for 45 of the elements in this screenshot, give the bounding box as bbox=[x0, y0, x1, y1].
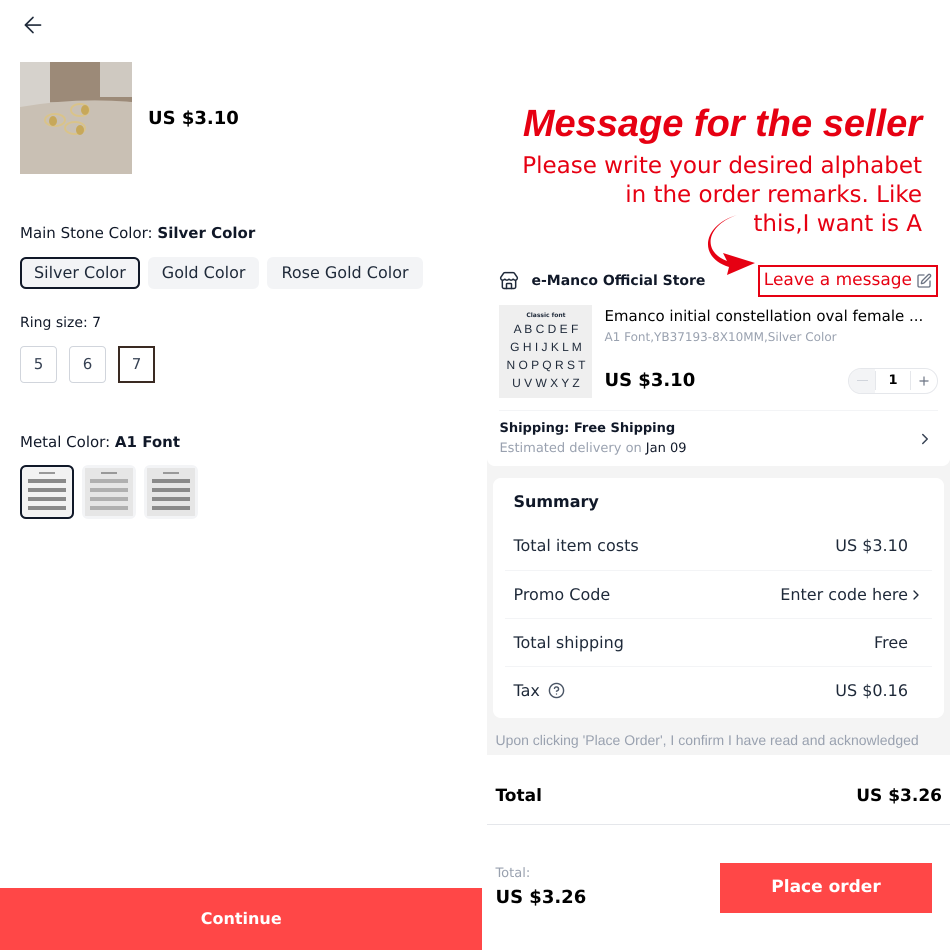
promo-code-link[interactable]: Enter code here bbox=[780, 582, 924, 606]
color-option[interactable]: Rose Gold Color bbox=[267, 256, 423, 288]
summary-label: Tax bbox=[513, 680, 540, 702]
color-option[interactable]: Gold Color bbox=[148, 256, 260, 288]
footer-total-value: US $3.26 bbox=[495, 886, 586, 910]
heading: Message for the seller bbox=[522, 102, 922, 147]
summary-label: Total item costs bbox=[513, 535, 639, 557]
total-label: Total bbox=[495, 784, 542, 808]
store-name: e-Manco Official Store bbox=[531, 272, 706, 290]
product-price: US $3.10 bbox=[148, 106, 239, 130]
font-option[interactable] bbox=[20, 465, 74, 519]
total-value: US $3.26 bbox=[856, 784, 942, 808]
summary-value: Free bbox=[874, 632, 908, 654]
plus-icon bbox=[917, 374, 931, 388]
summary-title: Summary bbox=[512, 491, 600, 513]
disclaimer-text: Upon clicking 'Place Order', I confirm I have read and acknowledged bbox=[494, 731, 920, 750]
product-title: Emanco initial constellation oval female ... bbox=[604, 306, 924, 327]
edit-icon bbox=[916, 273, 932, 289]
summary-label: Promo Code bbox=[513, 584, 610, 606]
thumbnail-letters: N O P Q R S T bbox=[506, 357, 586, 374]
delivery-date: Jan 09 bbox=[646, 440, 687, 458]
instruction-text: Please write your desired alphabet in the order remarks. Like this,I want is A bbox=[522, 152, 922, 239]
thumbnail-letters: G H I J K L M bbox=[510, 339, 582, 356]
option-label: Metal Color: A1 Font bbox=[20, 432, 181, 452]
option-label: Main Stone Color: Silver Color bbox=[20, 223, 256, 244]
delivery-estimate: Estimated delivery on bbox=[499, 440, 642, 458]
option-label: Ring size: 7 bbox=[20, 314, 102, 332]
product-variant: A1 Font,YB37193-8X10MM,Silver Color bbox=[604, 328, 838, 346]
size-option[interactable]: 5 bbox=[20, 346, 57, 382]
summary-label: Total shipping bbox=[513, 632, 624, 654]
summary-value: US $3.10 bbox=[835, 535, 908, 557]
summary-value: US $0.16 bbox=[835, 680, 908, 702]
size-option[interactable]: 7 bbox=[118, 346, 155, 382]
quantity-value: 1 bbox=[875, 370, 911, 390]
help-icon[interactable] bbox=[548, 682, 565, 699]
leave-message-link[interactable]: Leave a message bbox=[758, 265, 938, 297]
minus-icon bbox=[856, 380, 868, 382]
thumbnail-letters: U V W X Y Z bbox=[512, 375, 580, 392]
store-icon bbox=[499, 271, 520, 291]
size-option[interactable]: 6 bbox=[69, 346, 106, 382]
color-option[interactable]: Silver Color bbox=[20, 256, 140, 288]
footer-total-label: Total: bbox=[495, 865, 532, 884]
thumbnail-letters: A B C D E F bbox=[514, 321, 578, 338]
item-price: US $3.10 bbox=[604, 369, 696, 393]
shipping-title: Shipping: Free Shipping bbox=[499, 420, 676, 438]
